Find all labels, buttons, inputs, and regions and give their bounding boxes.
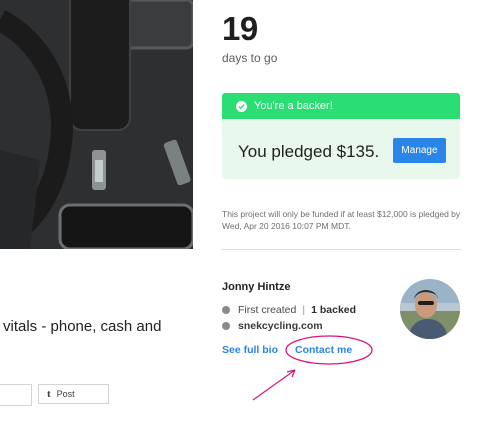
stats-separator: | [302, 304, 306, 316]
backer-status-card: You're a backer! You pledged $135. Manag… [222, 93, 460, 179]
tumblr-post-button[interactable]: t Post [38, 384, 109, 404]
days-remaining-label: days to go [222, 51, 278, 65]
post-button-label: Post [56, 389, 75, 399]
contact-me-link[interactable]: Contact me [295, 344, 352, 356]
project-icon [222, 306, 230, 314]
creator-avatar[interactable] [400, 279, 460, 339]
backer-status-header: You're a backer! [222, 93, 460, 119]
project-description-text: vitals - phone, cash and [3, 318, 162, 335]
check-icon [236, 100, 247, 112]
project-photo [0, 0, 193, 249]
pledge-amount-text: You pledged $135. [238, 142, 380, 161]
backed-count: 1 backed [311, 304, 357, 316]
days-remaining-number: 19 [222, 10, 258, 47]
manage-pledge-button[interactable]: Manage [393, 138, 446, 163]
first-created-label: First created [238, 304, 297, 316]
creator-stats: First created | 1 backed [222, 304, 356, 316]
arrow-head [286, 369, 296, 378]
divider [222, 249, 461, 250]
creator-name[interactable]: Jonny Hintze [222, 281, 290, 293]
globe-icon [222, 322, 230, 330]
creator-website-row[interactable]: snekcycling.com [222, 320, 323, 332]
backer-status-text: You're a backer! [254, 100, 333, 112]
tumblr-icon: t [47, 388, 51, 400]
share-button[interactable] [0, 384, 32, 406]
funding-deadline-note: This project will only be funded if at l… [222, 209, 461, 231]
see-full-bio-link[interactable]: See full bio [222, 344, 278, 356]
creator-website-link[interactable]: snekcycling.com [238, 320, 323, 332]
annotation-arrow [252, 369, 296, 401]
